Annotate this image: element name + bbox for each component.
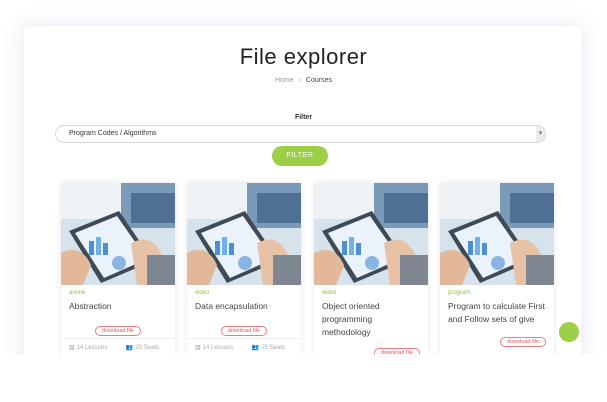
course-thumbnail-image xyxy=(314,183,428,285)
course-card[interactable]: video Object oriented programming method… xyxy=(314,183,428,363)
filter-select-value: Program Codes / Algorithms xyxy=(69,130,157,137)
download-file-button[interactable]: download file xyxy=(499,337,546,347)
bottom-fade xyxy=(0,354,607,402)
breadcrumb-home[interactable]: Home xyxy=(275,77,294,84)
course-category: video xyxy=(195,290,210,296)
course-card[interactable]: program Program to calculate First and F… xyxy=(440,183,554,363)
course-title[interactable]: Object oriented programming methodology xyxy=(322,300,390,339)
download-file-button[interactable]: download file xyxy=(220,326,268,336)
page-title: File explorer xyxy=(239,44,368,69)
chevron-down-icon: ▾ xyxy=(536,126,545,142)
course-card[interactable]: video Data encapsulation download file ▥… xyxy=(187,183,301,363)
breadcrumb: Home › Courses xyxy=(0,77,607,84)
course-meta: ▥ 14 Lessons 👥 25 Seats xyxy=(195,344,293,351)
filter-label: Filter xyxy=(294,114,313,121)
course-category: video xyxy=(322,290,337,296)
lessons-count: 14 Lessons xyxy=(76,345,108,351)
users-icon: 👥 xyxy=(251,345,260,351)
lessons-count: 14 Lessons xyxy=(202,345,234,351)
course-title[interactable]: Program to calculate First and Follow se… xyxy=(448,300,546,326)
users-icon: 👥 xyxy=(125,345,134,351)
course-card[interactable]: amine Abstraction download file ▥ 14 Less… xyxy=(61,183,175,363)
card-divider xyxy=(187,338,301,339)
card-divider xyxy=(61,338,175,339)
breadcrumb-separator: › xyxy=(298,77,301,84)
filter-select[interactable]: Program Codes / Algorithms ▾ xyxy=(55,125,546,143)
download-file-button[interactable]: download file xyxy=(94,326,142,336)
course-title[interactable]: Data encapsulation xyxy=(195,300,293,313)
seats-count: 25 Seats xyxy=(135,345,159,351)
filter-button[interactable]: FILTER xyxy=(272,146,328,166)
course-thumbnail-image xyxy=(61,183,175,285)
course-title[interactable]: Abstraction xyxy=(69,300,167,313)
course-thumbnail-image xyxy=(187,183,301,285)
course-category: amine xyxy=(69,290,86,296)
floating-action-button[interactable] xyxy=(559,322,579,342)
course-meta: ▥ 14 Lessons 👥 25 Seats xyxy=(69,344,167,351)
course-category: program xyxy=(448,290,471,296)
course-thumbnail-image xyxy=(440,183,554,285)
book-icon: ▥ xyxy=(195,345,201,351)
breadcrumb-current: Courses xyxy=(305,77,332,84)
seats-count: 25 Seats xyxy=(261,345,285,351)
book-icon: ▥ xyxy=(69,345,75,351)
